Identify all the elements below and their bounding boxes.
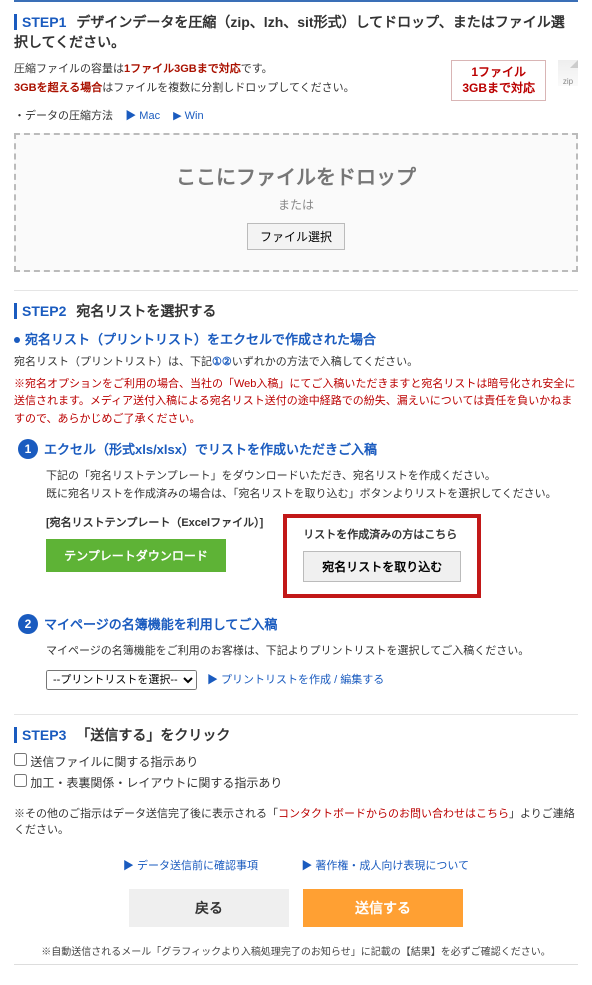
link-mac[interactable]: ▶ Mac [125, 110, 160, 122]
cb2-label[interactable]: 加工・表裏関係・レイアウトに関する指示あり [14, 776, 282, 790]
contact-board-link[interactable]: コンタクトボードからのお問い合わせはこちら [278, 808, 509, 820]
method2-number-icon: 2 [18, 614, 38, 634]
num-2: ② [222, 356, 232, 368]
step2-subhead: 宛名リスト（プリントリスト）をエクセルで作成された場合 [14, 329, 578, 348]
submit-button[interactable]: 送信する [303, 889, 463, 927]
step2-subhead-text: 宛名リスト（プリントリスト）をエクセルで作成された場合 [25, 332, 376, 347]
cb1-text: 送信ファイルに関する指示あり [30, 755, 198, 769]
size-badge: 1ファイル 3GBまで対応 [451, 60, 546, 101]
copyright-link[interactable]: ▶ 著作権・成人向け表現について [301, 860, 469, 872]
footnote-prefix: ※その他のご指示はデータ送信完了後に表示される「 [14, 808, 278, 820]
zip-file-icon: zip [558, 60, 578, 86]
step1-title: デザインデータを圧縮（zip、lzh、sit形式）してドロップ、またはファイル選… [14, 14, 565, 50]
step2-warning: ※宛名オプションをご利用の場合、当社の「Web入稿」にてご入稿いただきますと宛名… [14, 376, 578, 429]
method2-body: マイページの名簿機能をご利用のお客様は、下記よりプリントリストを選択してご入稿く… [46, 642, 574, 661]
drop-zone-title: ここにファイルをドロップ [26, 161, 566, 190]
step2-desc: 宛名リスト（プリントリスト）は、下記①②いずれかの方法で入稿してください。 [14, 354, 578, 372]
import-highlight-box: リストを作成済みの方はこちら 宛名リストを取り込む [283, 514, 481, 598]
step3-heading: STEP3 「送信する」をクリック [14, 725, 578, 745]
step1-label: STEP1 [14, 14, 66, 30]
badge-line1: 1ファイル [462, 65, 535, 81]
method1-body-2: 既に宛名リストを作成済みの場合は、「宛名リストを取り込む」ボタンよりリストを選択… [46, 485, 574, 504]
intro-strong-2: 3GBを超える場合 [14, 82, 102, 94]
method2-title: マイページの名簿機能を利用してご入稿 [44, 614, 277, 633]
drop-zone-or: または [26, 196, 566, 213]
cb2-text: 加工・表裏関係・レイアウトに関する指示あり [30, 776, 282, 790]
file-select-button[interactable]: ファイル選択 [247, 223, 345, 250]
intro-prefix: 圧縮ファイルの容量は [14, 63, 124, 75]
step2-heading: STEP2 宛名リストを選択する [14, 301, 578, 321]
desc-prefix: 宛名リスト（プリントリスト）は、下記 [14, 356, 212, 368]
method1-body-1: 下記の「宛名リストテンプレート」をダウンロードいただき、宛名リストを作成ください… [46, 467, 574, 486]
cb-send-instructions[interactable] [14, 753, 27, 766]
pre-send-check-link[interactable]: ▶ データ送信前に確認事項 [123, 860, 258, 872]
step2-label: STEP2 [14, 303, 66, 319]
cb1-label[interactable]: 送信ファイルに関する指示あり [14, 755, 198, 769]
final-note: ※自動送信されるメール「グラフィックより入稿処理完了のお知らせ」に記載の【結果】… [14, 943, 578, 958]
intro-strong-1: 1ファイル3GBまで対応 [124, 63, 241, 75]
intro-suffix-2: はファイルを複数に分割しドロップしてください。 [102, 82, 354, 94]
desc-suffix: いずれかの方法で入稿してください。 [232, 356, 418, 368]
compress-label: ・データの圧縮方法 [14, 110, 113, 122]
compress-links: ・データの圧縮方法 ▶ Mac ▶ Win [14, 107, 578, 123]
import-list-button[interactable]: 宛名リストを取り込む [303, 551, 461, 582]
step3-title: 「送信する」をクリック [76, 727, 230, 743]
step2-title: 宛名リストを選択する [76, 303, 216, 319]
cb-layout-instructions[interactable] [14, 774, 27, 787]
step3-label: STEP3 [14, 727, 66, 743]
badge-line2: 3GBまで対応 [462, 81, 535, 97]
back-button[interactable]: 戻る [129, 889, 289, 927]
edit-print-list-link[interactable]: ▶ プリントリストを作成 / 編集する [207, 671, 384, 690]
step1-intro: 圧縮ファイルの容量は1ファイル3GBまで対応です。 3GBを超える場合はファイル… [14, 60, 439, 97]
num-1: ① [212, 356, 222, 368]
bullet-icon [14, 337, 20, 343]
step1-heading: STEP1デザインデータを圧縮（zip、lzh、sit形式）してドロップ、または… [14, 12, 578, 52]
method1-title: エクセル（形式xls/xlsx）でリストを作成いただきご入稿 [44, 439, 377, 458]
link-win[interactable]: ▶ Win [173, 110, 203, 122]
print-list-select[interactable]: --プリントリストを選択-- [46, 670, 197, 690]
file-drop-zone[interactable]: ここにファイルをドロップ または ファイル選択 [14, 133, 578, 272]
import-label: リストを作成済みの方はこちら [303, 526, 461, 545]
template-label: [宛名リストテンプレート（Excelファイル）] [46, 514, 263, 533]
method1-number-icon: 1 [18, 439, 38, 459]
zip-ext-label: zip [563, 77, 573, 86]
step3-footnote: ※その他のご指示はデータ送信完了後に表示される「コンタクトボードからのお問い合わ… [14, 805, 578, 837]
template-download-button[interactable]: テンプレートダウンロード [46, 539, 226, 572]
intro-suffix-1: です。 [241, 63, 273, 75]
